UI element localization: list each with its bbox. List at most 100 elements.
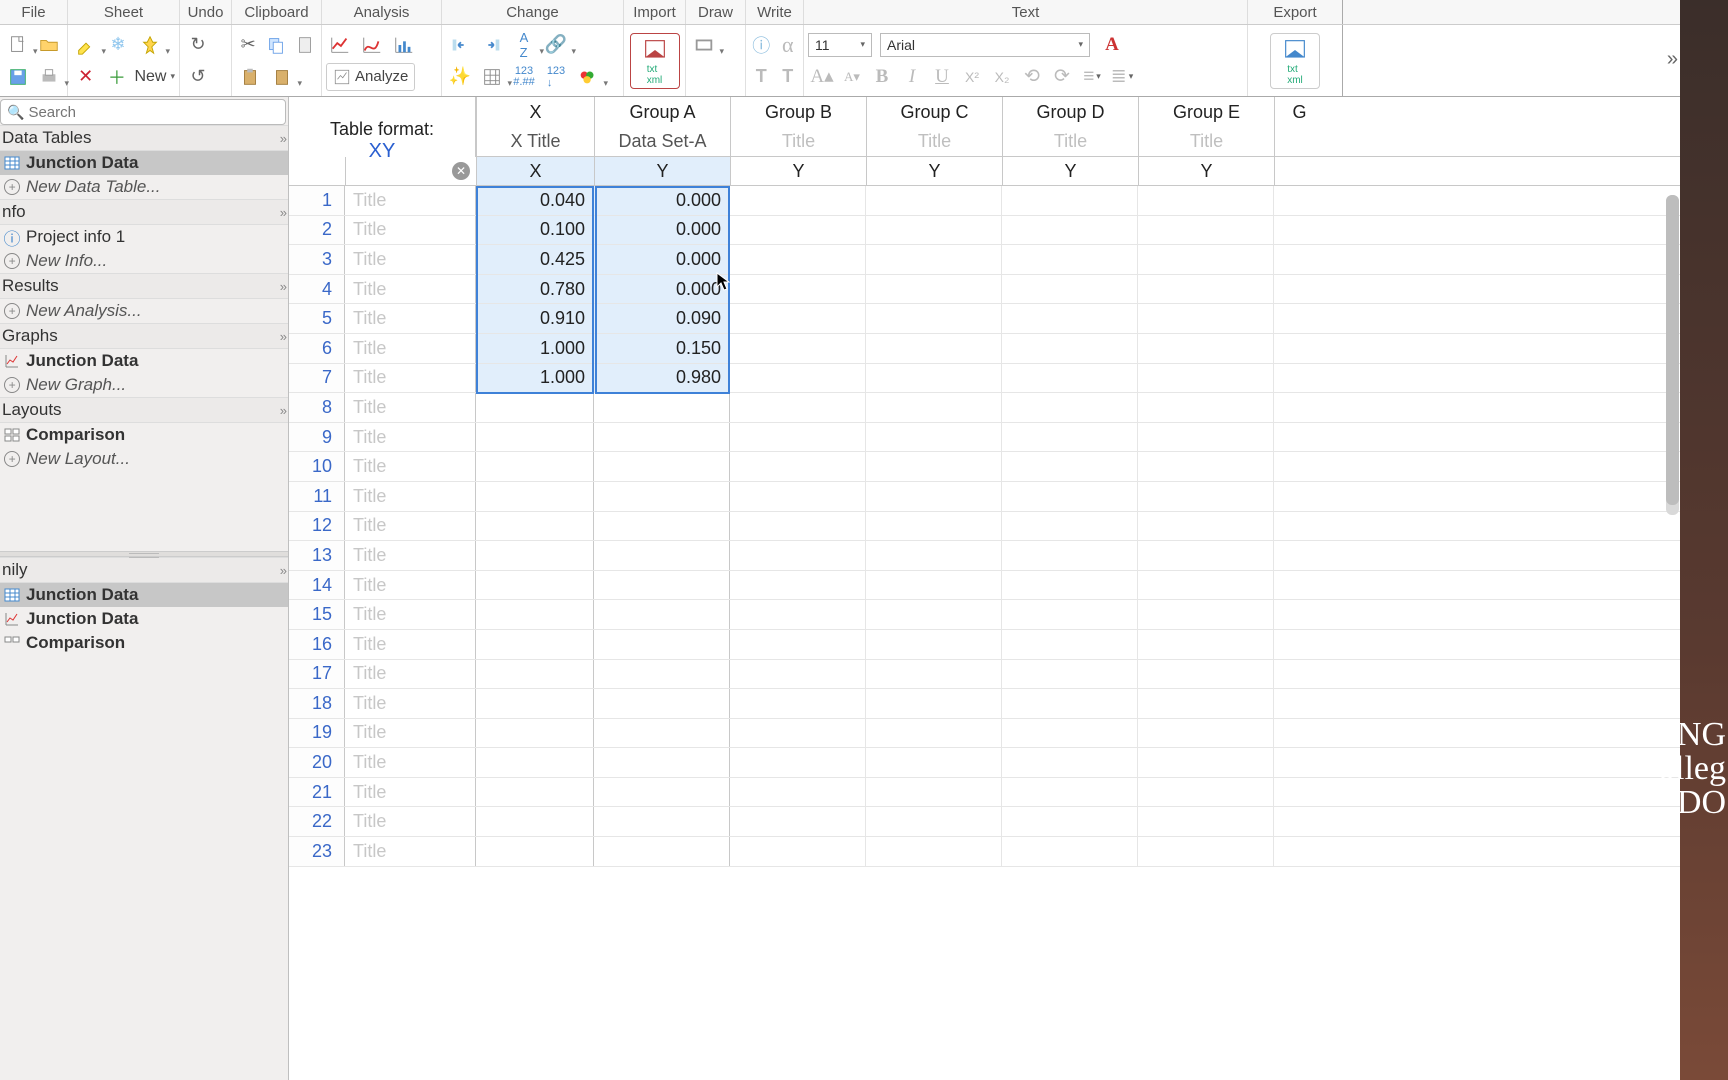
row-title[interactable]: Title bbox=[345, 245, 476, 274]
cell-y-c[interactable] bbox=[866, 216, 1002, 245]
col-header-group-e[interactable]: Group ETitle bbox=[1138, 97, 1274, 156]
nav-data-table-junction[interactable]: Junction Data bbox=[0, 151, 288, 175]
row-number[interactable]: 15 bbox=[289, 600, 345, 629]
cell-y-c[interactable] bbox=[866, 512, 1002, 541]
export-xml-button[interactable]: txt xml bbox=[1270, 33, 1320, 89]
row-number[interactable]: 19 bbox=[289, 719, 345, 748]
section-layouts[interactable]: Layouts» bbox=[0, 397, 288, 423]
cell-y-d[interactable] bbox=[1002, 778, 1138, 807]
ribbon-group-undo[interactable]: Undo bbox=[180, 0, 232, 24]
nav-new-info[interactable]: + New Info... bbox=[0, 249, 288, 273]
cell-x[interactable] bbox=[476, 778, 594, 807]
ribbon-group-analysis[interactable]: Analysis bbox=[322, 0, 442, 24]
row-number[interactable]: 23 bbox=[289, 837, 345, 866]
cell-y-c[interactable] bbox=[866, 304, 1002, 333]
cell-y-b[interactable] bbox=[730, 364, 866, 393]
cell-x[interactable] bbox=[476, 423, 594, 452]
cell-y-a[interactable] bbox=[594, 719, 730, 748]
cell-y-d[interactable] bbox=[1002, 807, 1138, 836]
cell-y-d[interactable] bbox=[1002, 719, 1138, 748]
cell-x[interactable] bbox=[476, 660, 594, 689]
table-row[interactable]: 14Title bbox=[289, 571, 1728, 601]
row-title[interactable]: Title bbox=[345, 275, 476, 304]
cell-y-e[interactable] bbox=[1138, 245, 1274, 274]
cell-y-b[interactable] bbox=[730, 837, 866, 866]
row-number[interactable]: 2 bbox=[289, 216, 345, 245]
text-tool-t-icon[interactable]: T bbox=[750, 63, 773, 91]
cell-y-d[interactable] bbox=[1002, 245, 1138, 274]
color-swatch-icon[interactable]: ▾ bbox=[574, 63, 602, 91]
cell-y-d[interactable] bbox=[1002, 600, 1138, 629]
nav-graph-junction[interactable]: Junction Data bbox=[0, 349, 288, 373]
close-icon[interactable]: ✕ bbox=[452, 162, 470, 180]
clipboard-icon[interactable] bbox=[236, 63, 264, 91]
row-number[interactable]: 4 bbox=[289, 275, 345, 304]
cell-x[interactable]: 0.100 bbox=[476, 216, 594, 245]
table-row[interactable]: 6Title1.0000.150 bbox=[289, 334, 1728, 364]
row-number[interactable]: 16 bbox=[289, 630, 345, 659]
cut-icon[interactable]: ✂ bbox=[236, 31, 260, 59]
rect-tool-icon[interactable]: ▾ bbox=[690, 31, 718, 59]
cell-y-a[interactable] bbox=[594, 541, 730, 570]
col-type-y-e[interactable]: Y bbox=[1138, 157, 1274, 185]
print-icon[interactable]: ▾ bbox=[36, 63, 64, 91]
cell-y-b[interactable] bbox=[730, 571, 866, 600]
cell-y-b[interactable] bbox=[730, 807, 866, 836]
cell-x[interactable] bbox=[476, 807, 594, 836]
info-bubble-icon[interactable]: ⓘ bbox=[750, 31, 773, 59]
cell-y-d[interactable] bbox=[1002, 452, 1138, 481]
col-header-group-c[interactable]: Group CTitle bbox=[866, 97, 1002, 156]
cell-y-d[interactable] bbox=[1002, 512, 1138, 541]
row-number[interactable]: 5 bbox=[289, 304, 345, 333]
underline-icon[interactable]: U bbox=[928, 63, 956, 91]
family-table-junction[interactable]: Junction Data bbox=[0, 583, 288, 607]
cell-y-a[interactable] bbox=[594, 689, 730, 718]
nav-new-layout[interactable]: + New Layout... bbox=[0, 447, 288, 471]
cell-y-c[interactable] bbox=[866, 748, 1002, 777]
row-number[interactable]: 3 bbox=[289, 245, 345, 274]
cell-y-e[interactable] bbox=[1138, 837, 1274, 866]
cell-y-d[interactable] bbox=[1002, 275, 1138, 304]
cell-x[interactable] bbox=[476, 837, 594, 866]
save-icon[interactable] bbox=[4, 63, 32, 91]
row-number[interactable]: 11 bbox=[289, 482, 345, 511]
row-number[interactable]: 17 bbox=[289, 660, 345, 689]
rotate-left-icon[interactable]: ⟲ bbox=[1018, 63, 1046, 91]
col-header-group-b[interactable]: Group BTitle bbox=[730, 97, 866, 156]
cell-y-c[interactable] bbox=[866, 186, 1002, 215]
cell-y-b[interactable] bbox=[730, 541, 866, 570]
cell-y-e[interactable] bbox=[1138, 689, 1274, 718]
cell-y-c[interactable] bbox=[866, 334, 1002, 363]
cell-y-e[interactable] bbox=[1138, 807, 1274, 836]
cell-y-d[interactable] bbox=[1002, 216, 1138, 245]
decimal-icon[interactable]: 123#.## bbox=[510, 63, 538, 91]
highlight-icon[interactable]: ▾ bbox=[72, 31, 100, 59]
cell-x[interactable] bbox=[476, 541, 594, 570]
col-header-group-a[interactable]: Group A Data Set-A bbox=[594, 97, 730, 156]
font-color-icon[interactable]: A bbox=[1098, 31, 1126, 59]
line-spacing-icon[interactable]: ≣▾ bbox=[1108, 63, 1136, 91]
cell-x[interactable] bbox=[476, 512, 594, 541]
col-header-x[interactable]: X X Title bbox=[476, 97, 594, 156]
cell-y-a[interactable] bbox=[594, 837, 730, 866]
cell-x[interactable] bbox=[476, 571, 594, 600]
cell-y-d[interactable] bbox=[1002, 571, 1138, 600]
row-number[interactable]: 18 bbox=[289, 689, 345, 718]
cell-y-b[interactable] bbox=[730, 393, 866, 422]
cell-y-c[interactable] bbox=[866, 719, 1002, 748]
row-title[interactable]: Title bbox=[345, 571, 476, 600]
cell-y-d[interactable] bbox=[1002, 482, 1138, 511]
row-number[interactable]: 6 bbox=[289, 334, 345, 363]
row-title[interactable]: Title bbox=[345, 304, 476, 333]
cell-y-b[interactable] bbox=[730, 275, 866, 304]
cell-y-a[interactable] bbox=[594, 748, 730, 777]
cell-y-a[interactable] bbox=[594, 452, 730, 481]
italic-icon[interactable]: I bbox=[898, 63, 926, 91]
row-title[interactable]: Title bbox=[345, 541, 476, 570]
cell-y-b[interactable] bbox=[730, 186, 866, 215]
sort-down-icon[interactable]: 123↓ bbox=[542, 63, 570, 91]
cell-y-c[interactable] bbox=[866, 275, 1002, 304]
cell-y-b[interactable] bbox=[730, 304, 866, 333]
cell-y-a[interactable] bbox=[594, 393, 730, 422]
cell-y-e[interactable] bbox=[1138, 393, 1274, 422]
